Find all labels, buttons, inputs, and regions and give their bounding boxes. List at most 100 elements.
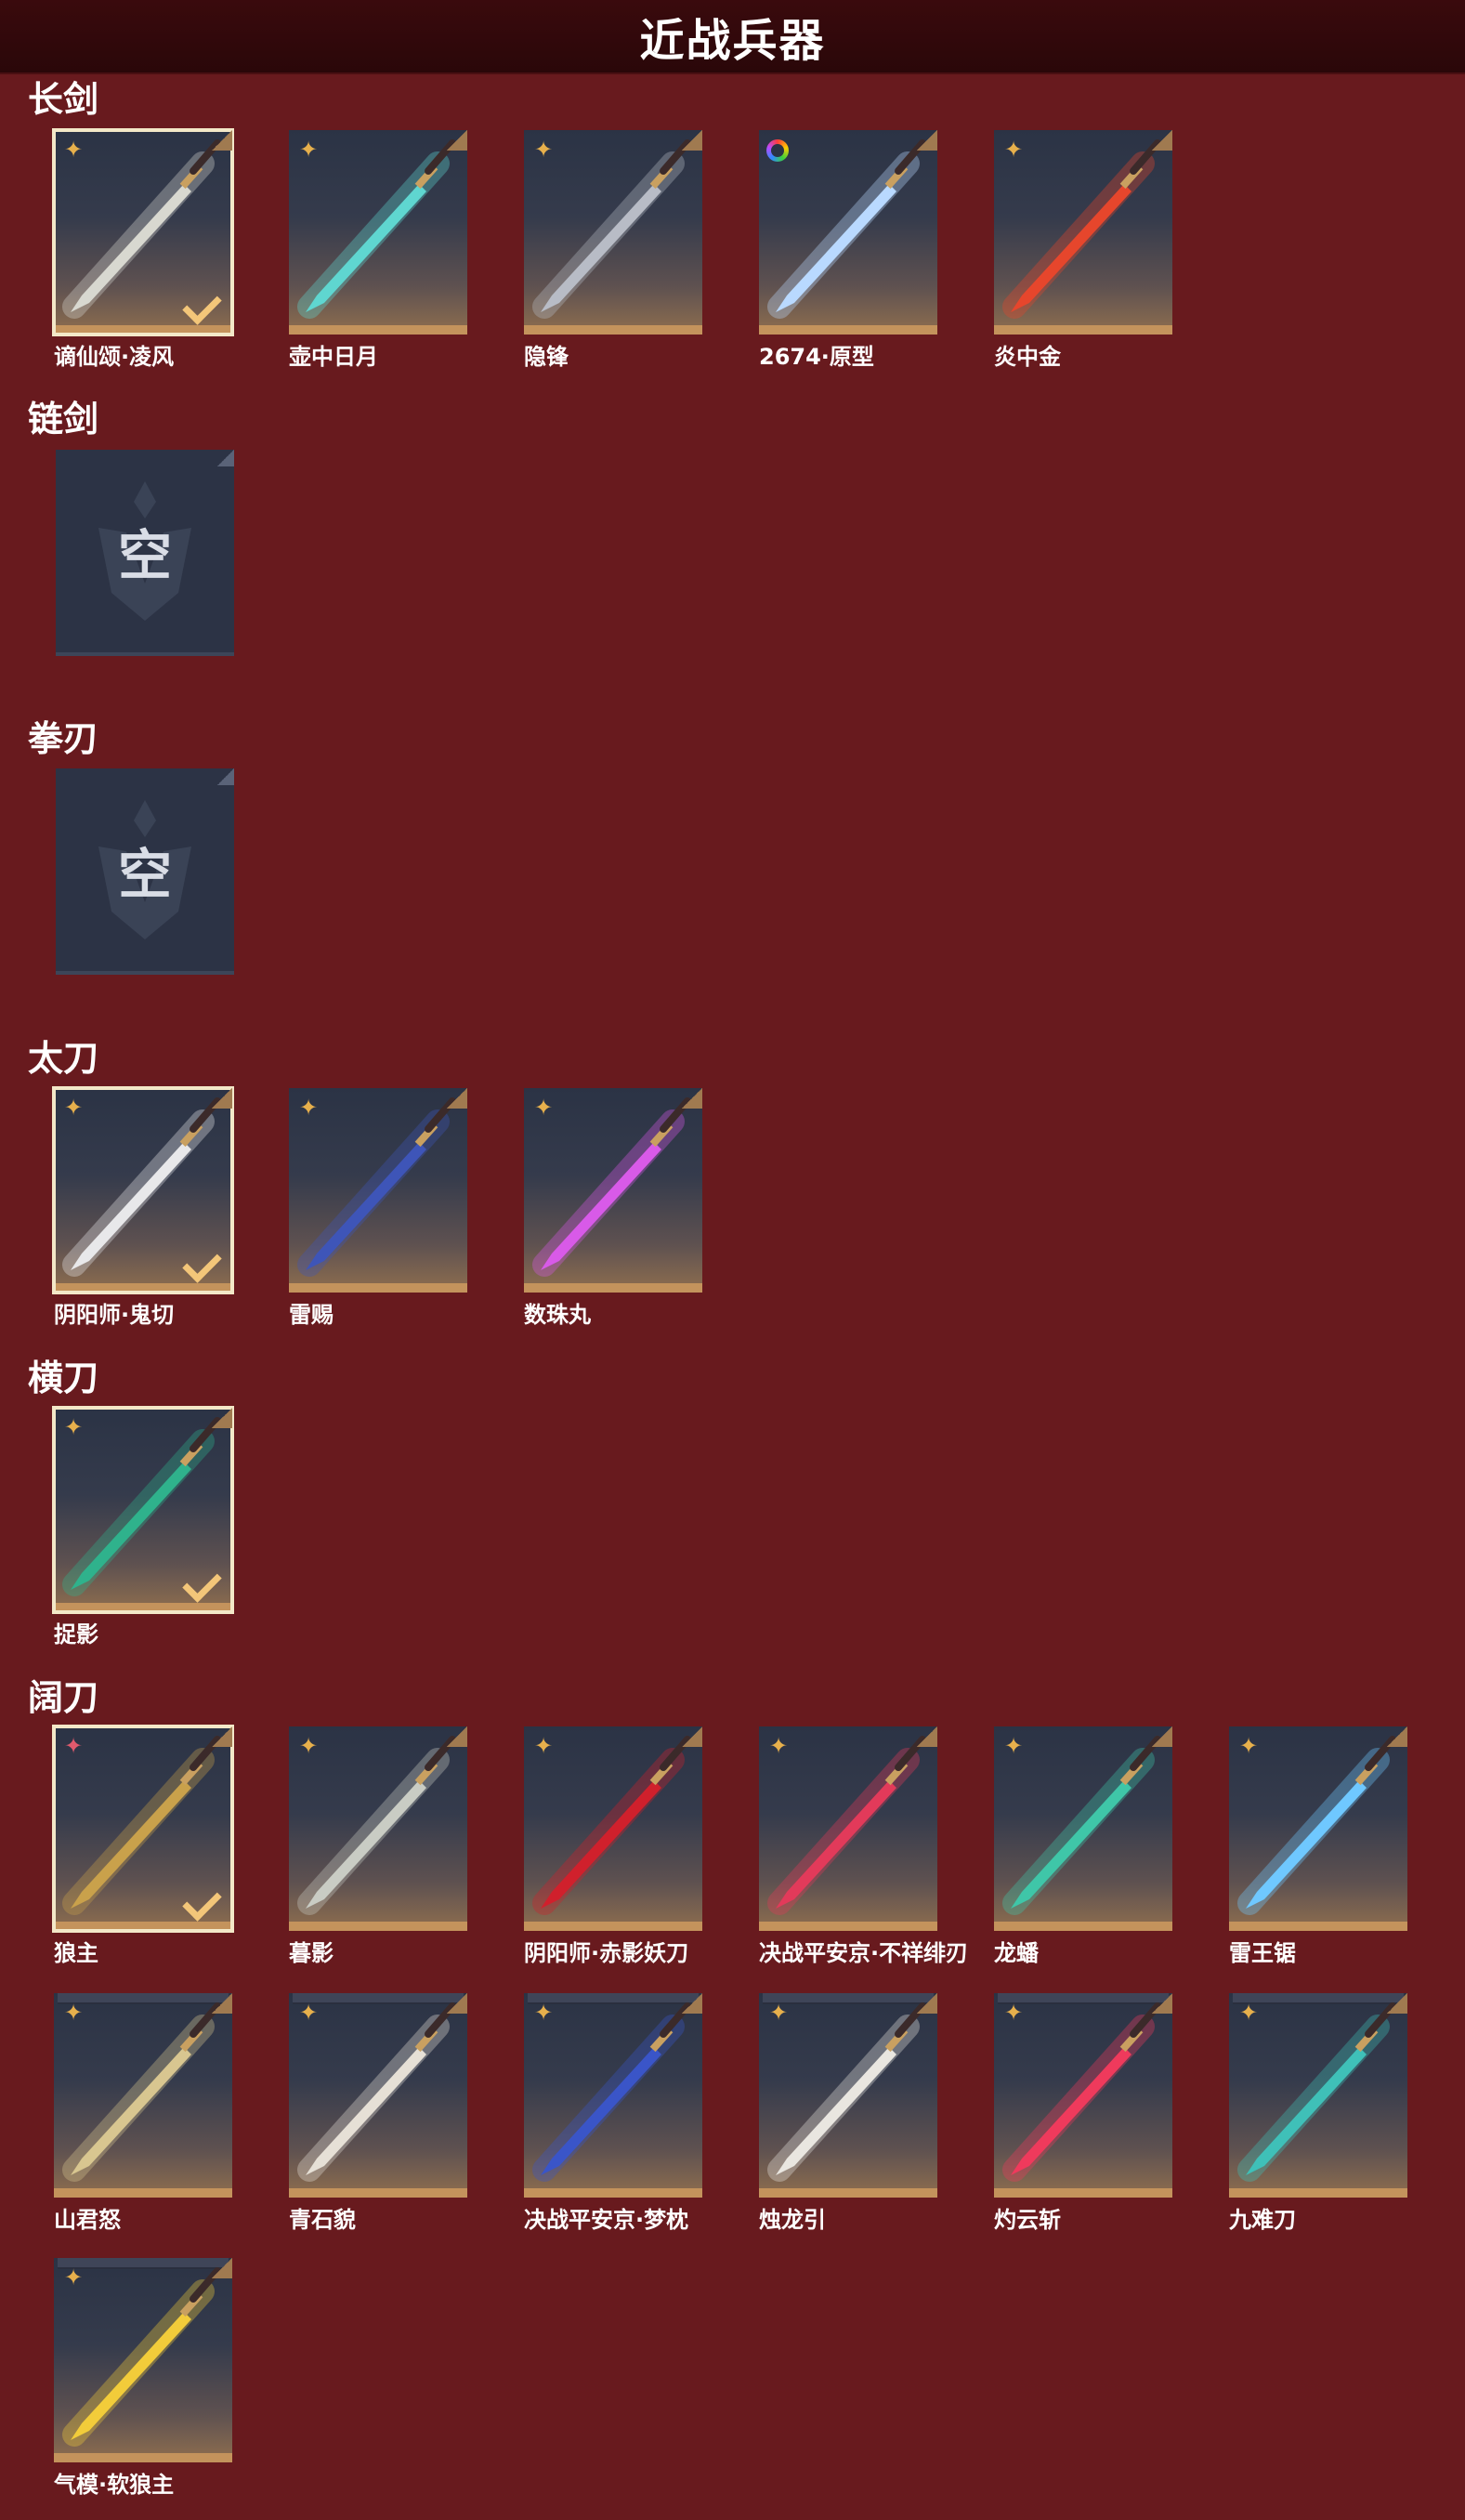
weapon-tile[interactable]: ✦ — [52, 1086, 234, 1294]
weapon-tile[interactable]: ✦ — [524, 1088, 702, 1293]
weapon-card[interactable]: ✦ 烛龙引 — [759, 1993, 937, 2234]
corner-mark — [1387, 1993, 1407, 2014]
weapon-label: 青石貌 — [289, 2207, 356, 2233]
weapon-card[interactable]: ✦ 气模·软狼主 — [54, 2258, 232, 2499]
weapon-label: 阴阳师·赤影妖刀 — [524, 1940, 689, 1966]
weapon-tile[interactable]: ✦ — [289, 1726, 467, 1931]
corner-mark — [1152, 130, 1172, 151]
corner-mark — [917, 1726, 937, 1747]
star-icon: ✦ — [768, 2000, 789, 2026]
weapon-card[interactable]: ✦ 雷赐 — [289, 1088, 467, 1329]
page-title: 近战兵器 — [639, 15, 826, 67]
star-icon: ✦ — [63, 1095, 84, 1121]
weapon-card[interactable]: ✦ 阴阳师·鬼切 — [52, 1086, 234, 1329]
weapon-label: 炎中金 — [994, 344, 1061, 370]
empty-slot-fist-blade[interactable]: 空 — [56, 768, 234, 975]
weapon-tile[interactable]: ✦ — [994, 130, 1172, 335]
weapon-tile[interactable]: ✦ — [289, 130, 467, 335]
weapon-tile[interactable]: ✦ — [759, 1993, 937, 2198]
weapon-card[interactable]: ✦ 壶中日月 — [289, 130, 467, 371]
weapon-card[interactable]: ✦ 雷王锯 — [1229, 1726, 1407, 1967]
weapon-card[interactable]: ✦ 九难刀 — [1229, 1993, 1407, 2234]
corner-mark — [682, 1726, 702, 1747]
weapon-label: 捉影 — [54, 1621, 98, 1647]
section-title-hengdao: 横刀 — [28, 1358, 99, 1398]
weapon-tile[interactable]: ✦ — [289, 1088, 467, 1293]
weapon-tile[interactable]: ✦ — [994, 1993, 1172, 2198]
section-title-fist-blade: 拳刃 — [28, 718, 99, 759]
weapon-card[interactable]: ✦ 谪仙颂·凌风 — [52, 128, 234, 371]
weapon-card[interactable]: 2674·原型 — [759, 130, 937, 371]
weapon-card[interactable]: ✦ 炎中金 — [994, 130, 1172, 371]
corner-mark — [682, 1993, 702, 2014]
corner-mark — [1152, 1726, 1172, 1747]
weapon-tile[interactable]: ✦ — [52, 1725, 234, 1933]
star-icon: ✦ — [533, 2000, 554, 2026]
star-icon: ✦ — [63, 137, 84, 163]
corner-mark — [1387, 1726, 1407, 1747]
weapon-art-icon — [767, 139, 926, 319]
corner-mark — [212, 130, 232, 151]
corner-mark — [447, 1993, 467, 2014]
empty-slot-chain-sword[interactable]: 空 — [56, 450, 234, 656]
star-icon: ✦ — [1003, 2000, 1024, 2026]
corner-mark — [447, 130, 467, 151]
weapon-tile[interactable]: ✦ — [54, 1993, 232, 2198]
weapon-label: 2674·原型 — [759, 344, 874, 370]
weapon-tile[interactable]: ✦ — [1229, 1993, 1407, 2198]
corner-mark — [212, 1088, 232, 1109]
page-header: 近战兵器 — [0, 0, 1465, 74]
weapon-card[interactable]: ✦ 龙蟠 — [994, 1726, 1172, 1967]
weapon-tile[interactable]: ✦ — [1229, 1726, 1407, 1931]
section-title-long-sword: 长剑 — [28, 79, 99, 120]
weapon-tile[interactable]: ✦ — [759, 1726, 937, 1931]
corner-mark — [447, 1726, 467, 1747]
weapon-card[interactable]: ✦ 捉影 — [52, 1406, 234, 1648]
weapon-tile[interactable]: ✦ — [54, 2258, 232, 2462]
weapon-card[interactable]: ✦ 暮影 — [289, 1726, 467, 1967]
corner-mark — [217, 768, 234, 785]
weapon-card[interactable]: ✦ 灼云斩 — [994, 1993, 1172, 2234]
weapon-tile[interactable]: ✦ — [52, 128, 234, 336]
empty-label: 空 — [117, 843, 172, 906]
weapon-card[interactable]: ✦ 山君怒 — [54, 1993, 232, 2234]
corner-mark — [212, 1726, 232, 1747]
star-icon: ✦ — [533, 137, 554, 163]
corner-mark — [682, 130, 702, 151]
weapon-card[interactable]: ✦ 青石貌 — [289, 1993, 467, 2234]
weapon-label: 数珠丸 — [524, 1302, 591, 1328]
star-icon: ✦ — [1003, 1733, 1024, 1759]
weapon-label: 狼主 — [54, 1940, 98, 1966]
section-title-tachi: 太刀 — [28, 1038, 99, 1079]
star-icon: ✦ — [63, 2264, 84, 2290]
weapon-tile[interactable]: ✦ — [524, 1993, 702, 2198]
star-icon: ✦ — [533, 1733, 554, 1759]
corner-mark — [682, 1088, 702, 1109]
weapon-tile[interactable] — [759, 130, 937, 335]
weapon-card[interactable]: ✦ 数珠丸 — [524, 1088, 702, 1329]
star-icon: ✦ — [1003, 137, 1024, 163]
weapon-tile[interactable]: ✦ — [524, 130, 702, 335]
rainbow-ring-icon — [766, 139, 789, 162]
empty-label: 空 — [117, 524, 172, 587]
weapon-tile[interactable]: ✦ — [289, 1993, 467, 2198]
weapon-tile[interactable]: ✦ — [52, 1406, 234, 1614]
weapon-label: 暮影 — [289, 1940, 334, 1966]
weapon-card[interactable]: ✦ 狼主 — [52, 1725, 234, 1967]
weapon-label: 灼云斩 — [994, 2207, 1061, 2233]
weapon-tile[interactable]: ✦ — [524, 1726, 702, 1931]
star-icon: ✦ — [63, 2000, 84, 2026]
corner-mark — [447, 1088, 467, 1109]
corner-mark — [917, 1993, 937, 2014]
weapon-label: 烛龙引 — [759, 2207, 826, 2233]
weapon-card[interactable]: ✦ 阴阳师·赤影妖刀 — [524, 1726, 702, 1967]
weapon-card[interactable]: ✦ 决战平安京·梦枕 — [524, 1993, 702, 2234]
weapon-label: 雷王锯 — [1229, 1940, 1296, 1966]
star-icon: ✦ — [768, 1733, 789, 1759]
star-icon: ✦ — [298, 1733, 319, 1759]
weapon-tile[interactable]: ✦ — [994, 1726, 1172, 1931]
weapon-label: 隐锋 — [524, 344, 569, 370]
weapon-card[interactable]: ✦ 隐锋 — [524, 130, 702, 371]
star-icon: ✦ — [298, 1095, 319, 1121]
weapon-card[interactable]: ✦ 决战平安京·不祥绯刃 — [759, 1726, 968, 1967]
